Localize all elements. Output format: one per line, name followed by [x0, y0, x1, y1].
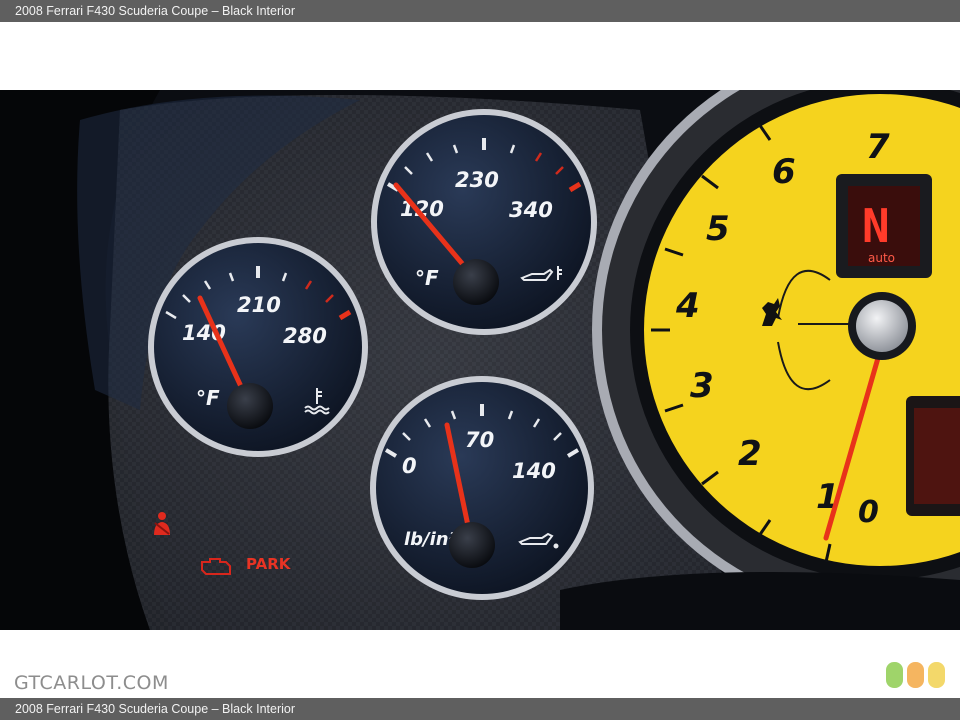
oil-pressure-needle-hub — [449, 522, 495, 568]
oil-pressure-scale-high: 140 — [512, 459, 556, 483]
top-caption-bar: 2008 Ferrari F430 Scuderia Coupe – Black… — [0, 0, 960, 22]
coolant-temperature-gauge: 140 210 280 °F — [148, 237, 368, 457]
oil-temperature-gauge: 120 230 340 °F — [371, 109, 597, 335]
oil-pressure-gauge: 0 70 140 lb/in² — [370, 376, 594, 600]
gear-indicator: N — [862, 199, 890, 253]
coolant-unit-label: °F — [196, 386, 220, 410]
dashboard-photo: PARK 140 210 280 °F 120 230 340 °F 0 70 … — [0, 90, 960, 630]
site-watermark: GTCARLOT.COM — [14, 672, 169, 694]
coolant-scale-high: 280 — [283, 324, 327, 348]
oil-pressure-unit-label: lb/in² — [404, 529, 457, 550]
oil-pressure-scale-mid: 70 — [465, 428, 494, 452]
bottom-caption-bar: 2008 Ferrari F430 Scuderia Coupe – Black… — [0, 698, 960, 720]
tach-number-0: 0 — [858, 495, 879, 530]
oil-temp-scale-mid: 230 — [455, 168, 499, 192]
tach-number-5: 5 — [706, 209, 730, 249]
instrument-cluster: PARK 140 210 280 °F 120 230 340 °F 0 70 … — [0, 90, 960, 630]
tach-number-6: 6 — [772, 152, 796, 192]
coolant-scale-mid: 210 — [237, 293, 281, 317]
status-dots-logo — [886, 662, 945, 688]
oil-temp-scale-high: 340 — [509, 198, 553, 222]
top-caption: 2008 Ferrari F430 Scuderia Coupe – Black… — [15, 4, 296, 18]
tach-number-7: 7 — [866, 127, 890, 167]
oil-temp-unit-label: °F — [415, 266, 439, 290]
coolant-needle-hub — [227, 383, 273, 429]
oil-pressure-scale-low: 0 — [402, 454, 417, 478]
oil-temp-needle-hub — [453, 259, 499, 305]
gear-mode-label: auto — [868, 251, 895, 265]
park-brake-warning: PARK — [246, 555, 292, 573]
tach-number-3: 3 — [690, 366, 714, 406]
bottom-caption: 2008 Ferrari F430 Scuderia Coupe – Black… — [15, 702, 296, 716]
tach-number-2: 2 — [738, 434, 762, 474]
tach-number-4: 4 — [675, 286, 700, 326]
